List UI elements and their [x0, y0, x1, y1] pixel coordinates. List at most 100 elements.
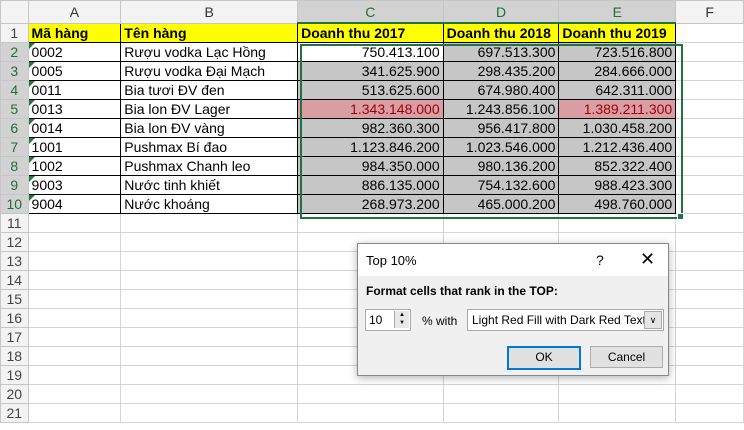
cell[interactable]: 1.212.436.400	[558, 137, 677, 157]
cell[interactable]	[675, 232, 744, 252]
cancel-button[interactable]: Cancel	[590, 346, 663, 368]
cell[interactable]	[27, 251, 122, 271]
cell[interactable]	[120, 270, 299, 290]
cell[interactable]: 1.389.211.300	[558, 99, 677, 119]
cell[interactable]: 982.360.300	[297, 118, 444, 138]
column-header-a[interactable]: A	[27, 0, 122, 24]
cell[interactable]: Doanh thu 2017	[297, 22, 444, 43]
cell[interactable]	[675, 156, 744, 176]
column-header-b[interactable]: B	[120, 0, 299, 24]
row-header[interactable]: 7	[0, 137, 29, 157]
cell[interactable]: Rượu vodka Đại Mạch	[120, 61, 299, 81]
row-header[interactable]: 14	[0, 270, 29, 290]
close-icon[interactable]: ✕	[640, 249, 655, 270]
cell[interactable]	[120, 365, 299, 385]
cell[interactable]	[675, 80, 744, 100]
chevron-down-icon[interactable]: ∨	[644, 311, 662, 329]
cell[interactable]	[27, 308, 122, 328]
row-header[interactable]: 4	[0, 80, 29, 100]
cell[interactable]: 852.322.400	[558, 156, 677, 176]
cell[interactable]: Nước khoáng	[120, 194, 299, 214]
cell[interactable]: 0002	[27, 42, 122, 62]
cell[interactable]	[675, 384, 744, 404]
cell[interactable]	[675, 365, 744, 385]
cell[interactable]	[675, 327, 744, 347]
cell[interactable]: 0011	[27, 80, 122, 100]
cell[interactable]	[675, 42, 744, 62]
column-header-e[interactable]: E	[558, 0, 677, 24]
cell[interactable]	[558, 403, 677, 423]
cell[interactable]	[297, 403, 444, 423]
cell[interactable]	[120, 213, 299, 233]
cell[interactable]: 697.513.300	[442, 42, 560, 62]
column-header-d[interactable]: D	[442, 0, 560, 24]
ok-button[interactable]: OK	[507, 346, 581, 370]
cell[interactable]	[675, 137, 744, 157]
row-header[interactable]: 13	[0, 251, 29, 271]
cell[interactable]	[675, 213, 744, 233]
cell[interactable]	[27, 403, 122, 423]
cell[interactable]	[675, 346, 744, 366]
cell[interactable]	[558, 213, 677, 233]
row-header[interactable]: 5	[0, 99, 29, 119]
cell[interactable]: 498.760.000	[558, 194, 677, 214]
cell[interactable]: 0005	[27, 61, 122, 81]
cell[interactable]	[120, 232, 299, 252]
cell[interactable]	[120, 289, 299, 309]
cell[interactable]	[675, 194, 744, 214]
row-header[interactable]: 19	[0, 365, 29, 385]
row-header[interactable]: 9	[0, 175, 29, 195]
percent-stepper[interactable]: 10 ▲ ▼	[365, 309, 411, 331]
cell[interactable]: 465.000.200	[442, 194, 560, 214]
cell[interactable]: Bia tươi ĐV đen	[120, 80, 299, 100]
row-header[interactable]: 21	[0, 403, 29, 423]
select-all-corner[interactable]	[0, 0, 29, 24]
cell[interactable]: Bia lon ĐV Lager	[120, 99, 299, 119]
column-header-f[interactable]: F	[675, 0, 744, 24]
cell[interactable]: 886.135.000	[297, 175, 444, 195]
cell[interactable]: Doanh thu 2018	[442, 22, 560, 43]
cell[interactable]: 268.973.200	[297, 194, 444, 214]
cell[interactable]	[27, 289, 122, 309]
cell[interactable]	[120, 384, 299, 404]
cell[interactable]	[120, 403, 299, 423]
cell[interactable]	[120, 327, 299, 347]
row-header[interactable]: 6	[0, 118, 29, 138]
cell[interactable]: 674.980.400	[442, 80, 560, 100]
cell[interactable]: 956.417.800	[442, 118, 560, 138]
cell[interactable]	[675, 251, 744, 271]
fill-handle[interactable]	[677, 213, 684, 220]
cell[interactable]: Tên hàng	[120, 22, 299, 43]
cell[interactable]: Pushmax Chanh leo	[120, 156, 299, 176]
cell[interactable]	[27, 365, 122, 385]
cell[interactable]: 754.132.600	[442, 175, 560, 195]
cell[interactable]: 298.435.200	[442, 61, 560, 81]
cell[interactable]: 723.516.800	[558, 42, 677, 62]
cell[interactable]: 0014	[27, 118, 122, 138]
row-header[interactable]: 16	[0, 308, 29, 328]
cell[interactable]	[297, 384, 444, 404]
cell[interactable]	[27, 270, 122, 290]
cell[interactable]: 1.243.856.100	[442, 99, 560, 119]
cell[interactable]	[120, 346, 299, 366]
row-header[interactable]: 18	[0, 346, 29, 366]
row-header[interactable]: 20	[0, 384, 29, 404]
cell[interactable]: 1002	[27, 156, 122, 176]
cell[interactable]	[675, 175, 744, 195]
cell[interactable]	[675, 99, 744, 119]
percent-value[interactable]: 10	[369, 313, 382, 327]
row-header[interactable]: 12	[0, 232, 29, 252]
cell[interactable]: 341.625.900	[297, 61, 444, 81]
cell[interactable]: Bia lon ĐV vàng	[120, 118, 299, 138]
cell[interactable]: Doanh thu 2019	[558, 22, 677, 43]
cell[interactable]: Rượu vodka Lạc Hồng	[120, 42, 299, 62]
cell[interactable]: 750.413.100	[297, 42, 444, 62]
cell[interactable]	[675, 308, 744, 328]
cell[interactable]: 988.423.300	[558, 175, 677, 195]
cell[interactable]	[297, 213, 444, 233]
row-header[interactable]: 15	[0, 289, 29, 309]
cell[interactable]: 9003	[27, 175, 122, 195]
cell[interactable]: Nước tinh khiết	[120, 175, 299, 195]
cell[interactable]: Pushmax Bí đao	[120, 137, 299, 157]
row-header[interactable]: 1	[0, 22, 29, 43]
